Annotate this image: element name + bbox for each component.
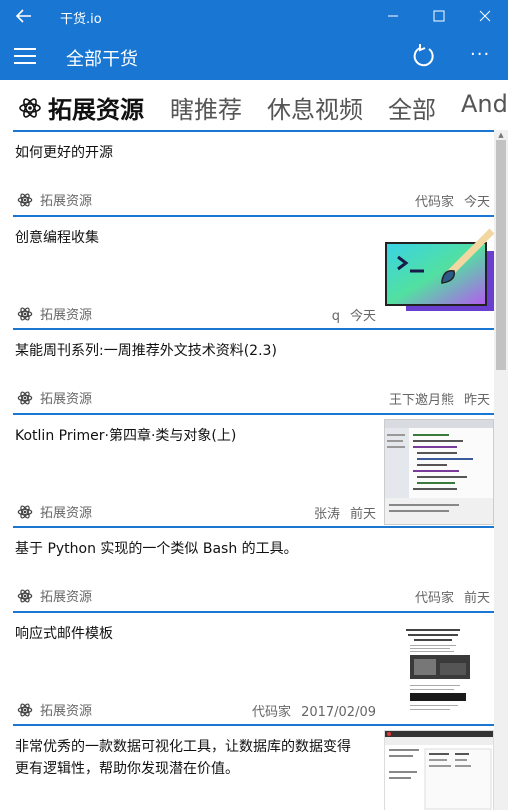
item-category: 拓展资源 bbox=[17, 190, 92, 209]
list-item[interactable]: 非常优秀的一款数据可视化工具，让数据库的数据变得 更有逻辑性，帮助你发现潜在价值… bbox=[13, 724, 494, 810]
item-time: 今天 bbox=[349, 309, 376, 324]
item-title: 基于 Python 实现的一个类似 Bash 的工具。 bbox=[15, 541, 298, 557]
scroll-up-icon[interactable]: ▲ bbox=[494, 130, 508, 140]
tab-expand-resources[interactable]: 拓展资源 bbox=[18, 90, 144, 125]
item-title: 响应式邮件模板 bbox=[15, 626, 113, 642]
tab-android[interactable]: Andr bbox=[461, 90, 508, 118]
item-author: 代码家 bbox=[414, 195, 454, 210]
category-label: 拓展资源 bbox=[40, 392, 93, 407]
article-list: 如何更好的开源 拓展资源 代码家 今天 创意编程收集 拓展资源 q 今天 某能周… bbox=[13, 130, 494, 810]
item-time: 昨天 bbox=[463, 393, 490, 408]
list-item[interactable]: 基于 Python 实现的一个类似 Bash 的工具。 拓展资源 代码家 前天 bbox=[13, 526, 494, 611]
atom-icon bbox=[17, 504, 33, 519]
item-time: 今天 bbox=[463, 195, 490, 210]
list-item[interactable]: 如何更好的开源 拓展资源 代码家 今天 bbox=[13, 130, 494, 215]
item-title-line: 非常优秀的一款数据可视化工具，让数据库的数据变得 bbox=[15, 739, 351, 755]
page-title: 全部干货 bbox=[66, 49, 138, 70]
hamburger-icon[interactable] bbox=[14, 48, 36, 64]
tab-recommend[interactable]: 瞎推荐 bbox=[170, 90, 242, 125]
item-author: 王下邀月熊 bbox=[388, 393, 454, 408]
item-time: 前天 bbox=[349, 507, 376, 522]
item-title: Kotlin Primer·第四章·类与对象(上) bbox=[15, 428, 237, 444]
list-item[interactable]: 响应式邮件模板 拓展资源 代码家 2017/02/09 bbox=[13, 611, 494, 724]
atom-icon bbox=[17, 192, 33, 207]
category-label: 拓展资源 bbox=[40, 590, 93, 605]
maximize-button[interactable] bbox=[416, 0, 462, 32]
item-category: 拓展资源 bbox=[17, 700, 92, 719]
back-arrow-icon[interactable] bbox=[0, 0, 48, 32]
category-label: 拓展资源 bbox=[40, 194, 93, 209]
app-bar: 全部干货 ··· bbox=[0, 32, 508, 80]
tab-rest-videos[interactable]: 休息视频 bbox=[267, 90, 363, 125]
item-meta: 代码家 今天 bbox=[415, 191, 490, 210]
item-meta: q 今天 bbox=[332, 305, 376, 324]
atom-icon bbox=[17, 306, 33, 321]
item-title: 非常优秀的一款数据可视化工具，让数据库的数据变得 更有逻辑性，帮助你发现潜在价值… bbox=[15, 736, 385, 780]
window-title: 干货.io bbox=[60, 12, 102, 27]
item-meta: 王下邀月熊 昨天 bbox=[389, 389, 490, 408]
item-meta: 张涛 前天 bbox=[314, 503, 376, 522]
category-label: 拓展资源 bbox=[40, 506, 93, 521]
item-time: 2017/02/09 bbox=[301, 705, 376, 720]
item-time: 前天 bbox=[463, 591, 490, 606]
item-meta: 代码家 前天 bbox=[415, 587, 490, 606]
item-author: q bbox=[331, 309, 340, 324]
list-item[interactable]: 某能周刊系列:一周推荐外文技术资料(2.3) 拓展资源 王下邀月熊 昨天 bbox=[13, 328, 494, 413]
atom-icon bbox=[17, 390, 33, 405]
close-button[interactable] bbox=[462, 0, 508, 32]
item-title: 创意编程收集 bbox=[15, 230, 99, 246]
item-category: 拓展资源 bbox=[17, 586, 92, 605]
tab-all[interactable]: 全部 bbox=[388, 90, 436, 125]
refresh-icon[interactable] bbox=[410, 42, 438, 70]
item-author: 张涛 bbox=[313, 507, 340, 522]
atom-icon bbox=[17, 702, 33, 717]
scrollbar-thumb[interactable] bbox=[496, 140, 506, 370]
item-thumbnail-spreadsheet bbox=[384, 730, 494, 810]
vertical-scrollbar[interactable]: ▲ bbox=[494, 130, 508, 810]
item-thumbnail-email bbox=[384, 617, 494, 723]
item-category: 拓展资源 bbox=[17, 388, 92, 407]
tab-label: 拓展资源 bbox=[48, 96, 144, 124]
category-tabs: 拓展资源 瞎推荐 休息视频 全部 Andr bbox=[0, 80, 508, 130]
item-category: 拓展资源 bbox=[17, 304, 92, 323]
window-titlebar: 干货.io bbox=[0, 0, 508, 32]
item-meta: 代码家 2017/02/09 bbox=[252, 701, 376, 720]
item-title: 某能周刊系列:一周推荐外文技术资料(2.3) bbox=[15, 343, 277, 359]
category-label: 拓展资源 bbox=[40, 704, 93, 719]
atom-icon bbox=[17, 588, 33, 603]
item-title-line: 更有逻辑性，帮助你发现潜在价值。 bbox=[15, 761, 239, 777]
item-thumbnail-ide bbox=[384, 419, 494, 525]
atom-icon bbox=[19, 97, 41, 118]
item-thumbnail-terminal bbox=[384, 221, 494, 327]
item-category: 拓展资源 bbox=[17, 502, 92, 521]
more-icon[interactable]: ··· bbox=[470, 44, 490, 65]
list-item[interactable]: 创意编程收集 拓展资源 q 今天 bbox=[13, 215, 494, 328]
minimize-button[interactable] bbox=[370, 0, 416, 32]
list-item[interactable]: Kotlin Primer·第四章·类与对象(上) 拓展资源 张涛 前天 bbox=[13, 413, 494, 526]
item-title: 如何更好的开源 bbox=[15, 145, 113, 161]
item-author: 代码家 bbox=[252, 705, 292, 720]
item-author: 代码家 bbox=[414, 591, 454, 606]
category-label: 拓展资源 bbox=[40, 308, 93, 323]
